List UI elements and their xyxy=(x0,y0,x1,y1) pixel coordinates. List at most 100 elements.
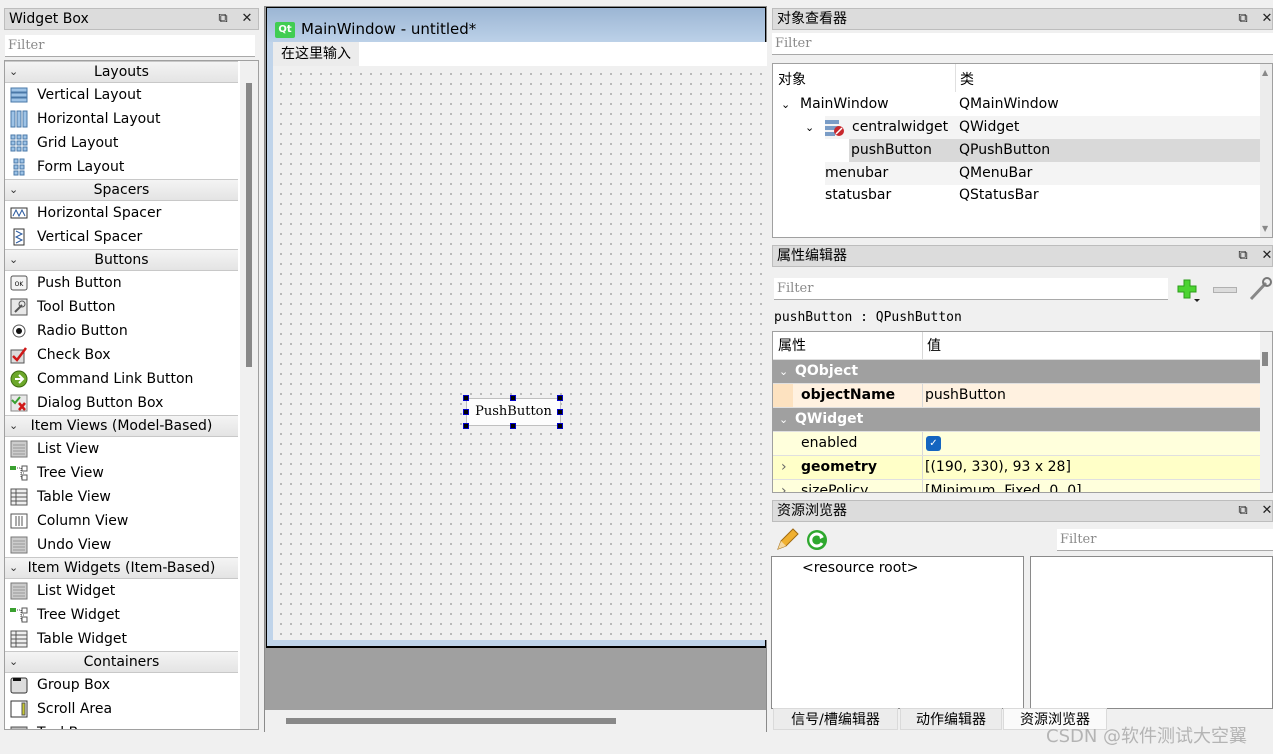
chevron-down-icon[interactable]: ⌄ xyxy=(9,558,18,578)
chevron-down-icon[interactable]: ⌄ xyxy=(9,416,18,436)
column-header-class[interactable]: 类 xyxy=(960,69,974,89)
widget-item[interactable]: Dialog Button Box xyxy=(5,391,238,415)
widget-item[interactable]: Horizontal Spacer xyxy=(5,201,238,225)
widget-item[interactable]: Tree View xyxy=(5,461,238,485)
chevron-down-icon[interactable]: ⌄ xyxy=(9,652,18,672)
close-icon[interactable]: ✕ xyxy=(240,12,254,26)
chevron-down-icon[interactable]: ⌄ xyxy=(781,93,790,116)
scroll-down-icon[interactable]: ▼ xyxy=(1262,224,1268,233)
resize-handle[interactable] xyxy=(557,395,563,401)
form-canvas[interactable]: PushButton xyxy=(273,66,767,640)
resize-handle[interactable] xyxy=(557,409,563,415)
float-icon[interactable]: ⧉ xyxy=(216,12,230,26)
category-buttons[interactable]: ⌄ Buttons xyxy=(5,249,238,271)
widget-item[interactable]: Group Box xyxy=(5,673,238,697)
widget-item[interactable]: Vertical Layout xyxy=(5,83,238,107)
widget-item[interactable]: Radio Button xyxy=(5,319,238,343)
close-icon[interactable]: ✕ xyxy=(1260,249,1273,263)
widget-box-filter[interactable] xyxy=(5,35,255,57)
property-row-sizepolicy[interactable]: › sizePolicy [Minimum, Fixed, 0, 0] xyxy=(773,480,1262,492)
float-icon[interactable]: ⧉ xyxy=(1236,249,1250,263)
float-icon[interactable]: ⧉ xyxy=(1236,504,1250,518)
push-button-widget[interactable]: PushButton xyxy=(466,398,561,426)
configure-wrench-icon[interactable] xyxy=(1248,277,1273,303)
widget-item[interactable]: Table Widget xyxy=(5,627,238,651)
widget-item[interactable]: Horizontal Layout xyxy=(5,107,238,131)
widget-item[interactable]: Tool Button xyxy=(5,295,238,319)
widget-item[interactable]: Column View xyxy=(5,509,238,533)
resize-handle[interactable] xyxy=(463,409,469,415)
tree-row-menubar[interactable]: menubar QMenuBar xyxy=(825,162,1261,185)
chevron-down-icon[interactable]: ⌄ xyxy=(9,62,18,82)
chevron-down-icon[interactable]: ⌄ xyxy=(779,408,788,431)
mdi-horizontal-scrollbar[interactable] xyxy=(265,710,766,732)
column-header-value[interactable]: 值 xyxy=(927,332,941,360)
widget-item[interactable]: List Widget xyxy=(5,579,238,603)
tree-row-pushbutton[interactable]: pushButton QPushButton xyxy=(849,139,1261,162)
resource-root-item[interactable]: <resource root> xyxy=(802,560,919,576)
category-layouts[interactable]: ⌄ Layouts xyxy=(5,61,238,83)
float-icon[interactable]: ⧉ xyxy=(1236,12,1250,26)
property-value[interactable]: pushButton xyxy=(925,384,1006,407)
widget-item[interactable]: Table View xyxy=(5,485,238,509)
chevron-down-icon[interactable]: ⌄ xyxy=(805,116,814,139)
property-row-geometry[interactable]: › geometry [(190, 330), 93 x 28] xyxy=(773,456,1262,480)
widget-box-filter-input[interactable] xyxy=(8,35,255,56)
category-containers[interactable]: ⌄ Containers xyxy=(5,651,238,673)
widget-item[interactable]: Tool Box xyxy=(5,721,238,729)
widget-item[interactable]: OK Push Button xyxy=(5,271,238,295)
widget-box-scrollbar[interactable] xyxy=(240,61,258,729)
property-row-enabled[interactable]: enabled ✓ xyxy=(773,432,1262,456)
close-icon[interactable]: ✕ xyxy=(1260,12,1273,26)
scroll-up-icon[interactable]: ▲ xyxy=(1262,68,1268,77)
widget-item[interactable]: Scroll Area xyxy=(5,697,238,721)
tree-row-statusbar[interactable]: statusbar QStatusBar xyxy=(825,184,1261,207)
widget-item[interactable]: Command Link Button xyxy=(5,367,238,391)
property-group-qobject[interactable]: ⌄ QObject xyxy=(773,360,1262,384)
add-dynamic-property-icon[interactable] xyxy=(1176,278,1202,304)
chevron-right-icon[interactable]: › xyxy=(781,480,787,492)
chevron-down-icon[interactable]: ⌄ xyxy=(9,180,18,200)
property-table-scrollbar[interactable] xyxy=(1260,332,1272,492)
tab-action-editor[interactable]: 动作编辑器 xyxy=(900,708,1002,730)
property-value[interactable]: [(190, 330), 93 x 28] xyxy=(925,456,1071,479)
chevron-down-icon[interactable]: ⌄ xyxy=(9,250,18,270)
resize-handle[interactable] xyxy=(463,423,469,429)
category-spacers[interactable]: ⌄ Spacers xyxy=(5,179,238,201)
column-header-property[interactable]: 属性 xyxy=(778,332,806,360)
close-icon[interactable]: ✕ xyxy=(1260,504,1273,518)
resize-handle[interactable] xyxy=(510,395,516,401)
resize-handle[interactable] xyxy=(510,423,516,429)
tree-row-centralwidget[interactable]: ⌄ centralwidget QWidget xyxy=(805,116,1261,139)
property-editor-filter-input[interactable] xyxy=(777,278,1168,299)
resize-handle[interactable] xyxy=(557,423,563,429)
remove-dynamic-property-icon[interactable] xyxy=(1213,287,1237,293)
property-group-qwidget[interactable]: ⌄ QWidget xyxy=(773,408,1262,432)
scroll-thumb[interactable] xyxy=(1262,352,1268,366)
widget-item[interactable]: Grid Layout xyxy=(5,131,238,155)
column-header-object[interactable]: 对象 xyxy=(778,69,806,89)
resource-browser-filter[interactable] xyxy=(1057,529,1273,551)
widget-item[interactable]: Vertical Spacer xyxy=(5,225,238,249)
scroll-thumb[interactable] xyxy=(246,83,252,367)
category-item-views-model-based[interactable]: ⌄ Item Views (Model-Based) xyxy=(5,415,238,437)
property-value[interactable]: [Minimum, Fixed, 0, 0] xyxy=(925,480,1082,492)
object-inspector-filter[interactable] xyxy=(772,33,1273,55)
object-tree-scrollbar[interactable]: ▲ ▼ xyxy=(1260,64,1272,237)
resource-browser-filter-input[interactable] xyxy=(1060,529,1273,550)
widget-item[interactable]: Undo View xyxy=(5,533,238,557)
scroll-thumb[interactable] xyxy=(286,718,616,724)
resize-handle[interactable] xyxy=(463,395,469,401)
widget-item[interactable]: Form Layout xyxy=(5,155,238,179)
enabled-checkbox[interactable]: ✓ xyxy=(926,436,941,451)
object-inspector-filter-input[interactable] xyxy=(775,33,1273,54)
chevron-right-icon[interactable]: › xyxy=(781,456,787,479)
property-editor-filter[interactable] xyxy=(774,278,1168,300)
widget-item[interactable]: List View xyxy=(5,437,238,461)
menu-type-here[interactable]: 在这里输入 xyxy=(273,42,359,66)
tree-row-mainwindow[interactable]: ⌄ MainWindow QMainWindow xyxy=(773,93,1261,116)
widget-item[interactable]: Tree Widget xyxy=(5,603,238,627)
edit-resources-pencil-icon[interactable] xyxy=(775,528,799,552)
property-row-objectname[interactable]: objectName pushButton xyxy=(773,384,1262,408)
category-item-widgets-item-based[interactable]: ⌄ Item Widgets (Item-Based) xyxy=(5,557,238,579)
